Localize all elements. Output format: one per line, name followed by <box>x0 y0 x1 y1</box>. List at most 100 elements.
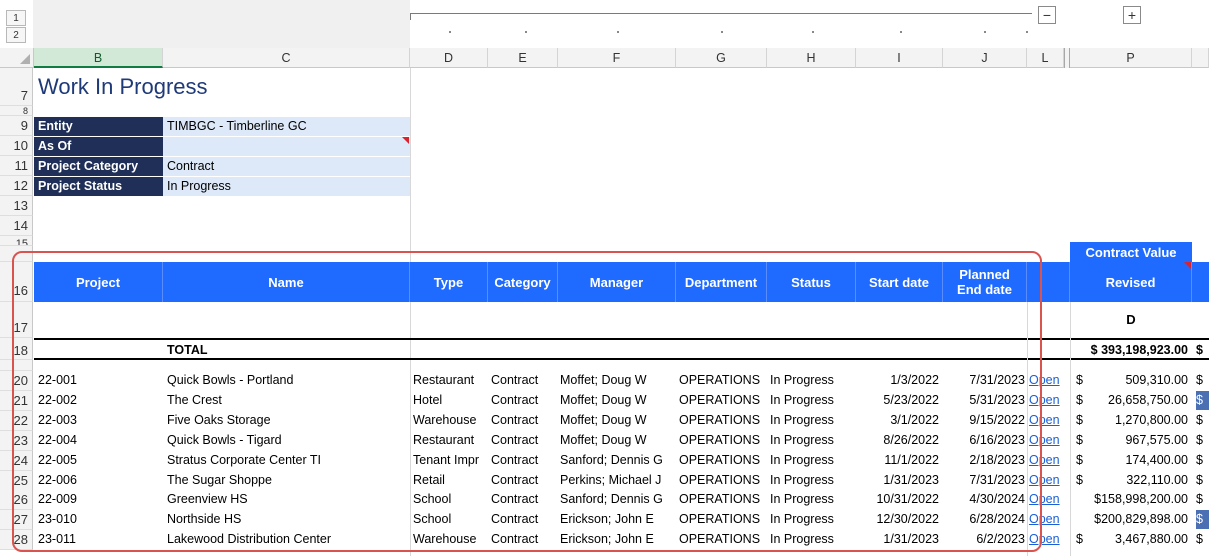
cell-category[interactable]: Contract <box>491 411 557 430</box>
cell-category[interactable]: Contract <box>491 391 557 410</box>
cell-department[interactable]: OPERATIONS <box>679 530 767 549</box>
cell-start-date[interactable]: 1/31/2023 <box>856 530 939 549</box>
cell-project[interactable]: 22-002 <box>38 391 162 410</box>
header-manager[interactable]: Manager <box>558 262 676 302</box>
param-value-entity[interactable]: TIMBGC - Timberline GC <box>163 117 410 136</box>
outline-level-1-button[interactable]: 1 <box>6 10 26 26</box>
cell-status[interactable]: In Progress <box>770 451 855 470</box>
comment-indicator-icon[interactable] <box>402 137 409 144</box>
outline-level-2-button[interactable]: 2 <box>6 27 26 43</box>
param-value-as-of[interactable] <box>163 137 410 156</box>
cell-trailing-currency[interactable]: $ <box>1196 411 1209 430</box>
cell-type[interactable]: School <box>413 510 487 529</box>
row-header-11[interactable]: 11 <box>0 156 33 176</box>
row-header-26[interactable]: 26 <box>0 490 33 510</box>
open-link[interactable]: Open <box>1029 411 1065 430</box>
comment-indicator-revised-icon[interactable] <box>1184 262 1191 269</box>
row-header-27[interactable]: 27 <box>0 510 33 530</box>
cell-department[interactable]: OPERATIONS <box>679 431 767 450</box>
row-header-21[interactable]: 21 <box>0 391 33 411</box>
open-link[interactable]: Open <box>1029 471 1065 490</box>
cell-project[interactable]: 23-010 <box>38 510 162 529</box>
cell-name[interactable]: Greenview HS <box>167 490 407 509</box>
row-header-22[interactable]: 22 <box>0 411 33 431</box>
cell-department[interactable]: OPERATIONS <box>679 490 767 509</box>
header-department[interactable]: Department <box>676 262 767 302</box>
cell-category[interactable]: Contract <box>491 510 557 529</box>
cell-status[interactable]: In Progress <box>770 490 855 509</box>
cell-end-date[interactable]: 7/31/2023 <box>943 471 1025 490</box>
column-header-b[interactable]: B <box>34 48 163 68</box>
row-header-24[interactable]: 24 <box>0 451 33 471</box>
cell-manager[interactable]: Moffet; Doug W <box>560 411 675 430</box>
header-planned-end-date[interactable]: Planned End date <box>943 262 1027 302</box>
cell-status[interactable]: In Progress <box>770 510 855 529</box>
cell-type[interactable]: School <box>413 490 487 509</box>
cell-category[interactable]: Contract <box>491 490 557 509</box>
cell-project[interactable]: 22-009 <box>38 490 162 509</box>
row-header-25[interactable]: 25 <box>0 471 33 491</box>
cell-end-date[interactable]: 6/2/2023 <box>943 530 1025 549</box>
cell-manager[interactable]: Sanford; Dennis G <box>560 490 675 509</box>
cell-name[interactable]: Quick Bowls - Portland <box>167 371 407 390</box>
cell-type[interactable]: Restaurant <box>413 431 487 450</box>
cell-department[interactable]: OPERATIONS <box>679 391 767 410</box>
cell-name[interactable]: Five Oaks Storage <box>167 411 407 430</box>
cell-start-date[interactable]: 11/1/2022 <box>856 451 939 470</box>
cell-manager[interactable]: Moffet; Doug W <box>560 371 675 390</box>
cell-manager[interactable]: Moffet; Doug W <box>560 391 675 410</box>
cell-category[interactable]: Contract <box>491 431 557 450</box>
cell-department[interactable]: OPERATIONS <box>679 510 767 529</box>
cell-trailing-currency[interactable]: $ <box>1196 451 1209 470</box>
row-header-16[interactable]: 16 <box>0 262 33 302</box>
cell-type[interactable]: Hotel <box>413 391 487 410</box>
cell-start-date[interactable]: 1/3/2022 <box>856 371 939 390</box>
header-revised[interactable]: Revised <box>1070 262 1192 302</box>
cell-revised[interactable]: 26,658,750.00 <box>1070 391 1188 410</box>
cell-project[interactable]: 22-001 <box>38 371 162 390</box>
cell-project[interactable]: 22-003 <box>38 411 162 430</box>
cell-status[interactable]: In Progress <box>770 371 855 390</box>
cell-manager[interactable]: Erickson; John E <box>560 530 675 549</box>
cell-manager[interactable]: Moffet; Doug W <box>560 431 675 450</box>
cell-end-date[interactable]: 5/31/2023 <box>943 391 1025 410</box>
row-header-15[interactable]: 15 <box>0 236 33 246</box>
open-link[interactable]: Open <box>1029 431 1065 450</box>
cell-manager[interactable]: Perkins; Michael J <box>560 471 675 490</box>
row-header-8[interactable]: 8 <box>0 106 33 116</box>
cell-revised[interactable]: 1,270,800.00 <box>1070 411 1188 430</box>
column-header-i[interactable]: I <box>856 48 943 68</box>
open-link[interactable]: Open <box>1029 451 1065 470</box>
row-header-14[interactable]: 14 <box>0 216 33 236</box>
cell-start-date[interactable]: 12/30/2022 <box>856 510 939 529</box>
cell-manager[interactable]: Erickson; John E <box>560 510 675 529</box>
cell-type[interactable]: Warehouse <box>413 411 487 430</box>
row-header-12[interactable]: 12 <box>0 176 33 196</box>
cell-revised[interactable]: 322,110.00 <box>1070 471 1188 490</box>
row-header-23[interactable]: 23 <box>0 431 33 451</box>
cell-project[interactable]: 23-011 <box>38 530 162 549</box>
header-project[interactable]: Project <box>34 262 163 302</box>
cell-type[interactable]: Warehouse <box>413 530 487 549</box>
cell-category[interactable]: Contract <box>491 471 557 490</box>
column-header-e[interactable]: E <box>488 48 558 68</box>
cell-end-date[interactable]: 6/28/2024 <box>943 510 1025 529</box>
cell-project[interactable]: 22-004 <box>38 431 162 450</box>
cell-end-date[interactable]: 6/16/2023 <box>943 431 1025 450</box>
cell-status[interactable]: In Progress <box>770 391 855 410</box>
row-header-10[interactable]: 10 <box>0 136 33 156</box>
outline-collapse-button[interactable]: − <box>1038 6 1056 24</box>
column-header-h[interactable]: H <box>767 48 856 68</box>
cell-start-date[interactable]: 1/31/2023 <box>856 471 939 490</box>
cell-status[interactable]: In Progress <box>770 530 855 549</box>
open-link[interactable]: Open <box>1029 510 1065 529</box>
header-type[interactable]: Type <box>410 262 488 302</box>
open-link[interactable]: Open <box>1029 490 1065 509</box>
cell-revised[interactable]: 509,310.00 <box>1070 371 1188 390</box>
cell-manager[interactable]: Sanford; Dennis G <box>560 451 675 470</box>
cell-end-date[interactable]: 9/15/2022 <box>943 411 1025 430</box>
select-all-corner[interactable] <box>0 48 34 68</box>
cell-revised[interactable]: 967,575.00 <box>1070 431 1188 450</box>
cell-end-date[interactable]: 2/18/2023 <box>943 451 1025 470</box>
cell-start-date[interactable]: 10/31/2022 <box>856 490 939 509</box>
